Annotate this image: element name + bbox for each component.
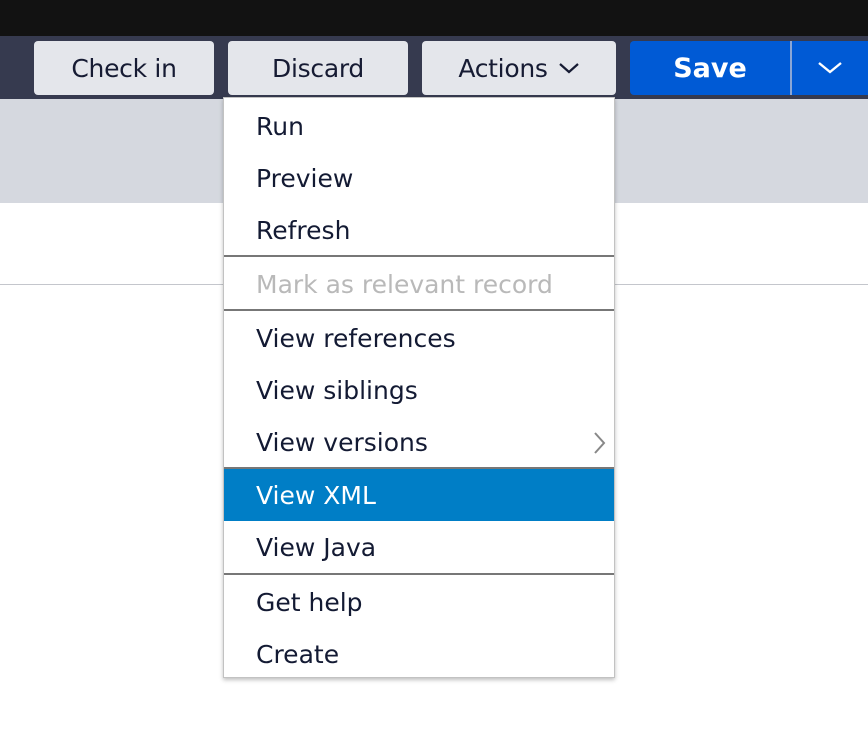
menu-item-run[interactable]: Run [224, 100, 614, 152]
chevron-down-icon [818, 62, 842, 74]
chevron-down-icon [558, 63, 579, 74]
menu-item-label: View siblings [256, 375, 418, 405]
save-button[interactable]: Save [630, 41, 790, 95]
menu-item-label: Run [256, 111, 304, 141]
menu-item-label: Preview [256, 163, 354, 193]
save-options-button[interactable] [792, 41, 868, 95]
check-in-label: Check in [71, 53, 177, 83]
menu-item-view-siblings[interactable]: View siblings [224, 364, 614, 416]
menu-separator [224, 255, 614, 257]
menu-item-view-references[interactable]: View references [224, 312, 614, 364]
menu-item-preview[interactable]: Preview [224, 152, 614, 204]
menu-item-label: Refresh [256, 215, 351, 245]
actions-button[interactable]: Actions [422, 41, 616, 95]
save-label: Save [673, 52, 747, 84]
menu-item-view-java[interactable]: View Java [224, 521, 614, 573]
discard-label: Discard [272, 53, 364, 83]
menu-item-create[interactable]: Create [224, 628, 614, 680]
menu-item-label: View XML [256, 480, 376, 510]
menu-item-view-versions[interactable]: View versions [224, 416, 614, 468]
discard-button[interactable]: Discard [228, 41, 408, 95]
menu-separator [224, 573, 614, 575]
menu-separator [224, 309, 614, 311]
menu-item-label: Get help [256, 587, 363, 617]
save-button-group: Save [630, 41, 868, 95]
actions-label: Actions [458, 53, 548, 83]
menu-item-label: View references [256, 323, 456, 353]
menu-item-mark-as-relevant-record: Mark as relevant record [224, 258, 614, 310]
menu-item-refresh[interactable]: Refresh [224, 204, 614, 256]
menu-item-label: Create [256, 639, 340, 669]
window-top-bar [0, 0, 868, 36]
chevron-right-icon [594, 432, 606, 454]
menu-item-view-xml[interactable]: View XML [224, 469, 614, 521]
menu-item-label: View Java [256, 532, 377, 562]
check-in-button[interactable]: Check in [34, 41, 214, 95]
menu-item-get-help[interactable]: Get help [224, 576, 614, 628]
actions-menu: Run Preview Refresh Mark as relevant rec… [223, 97, 615, 678]
menu-item-label: View versions [256, 427, 428, 457]
menu-item-label: Mark as relevant record [256, 269, 553, 299]
